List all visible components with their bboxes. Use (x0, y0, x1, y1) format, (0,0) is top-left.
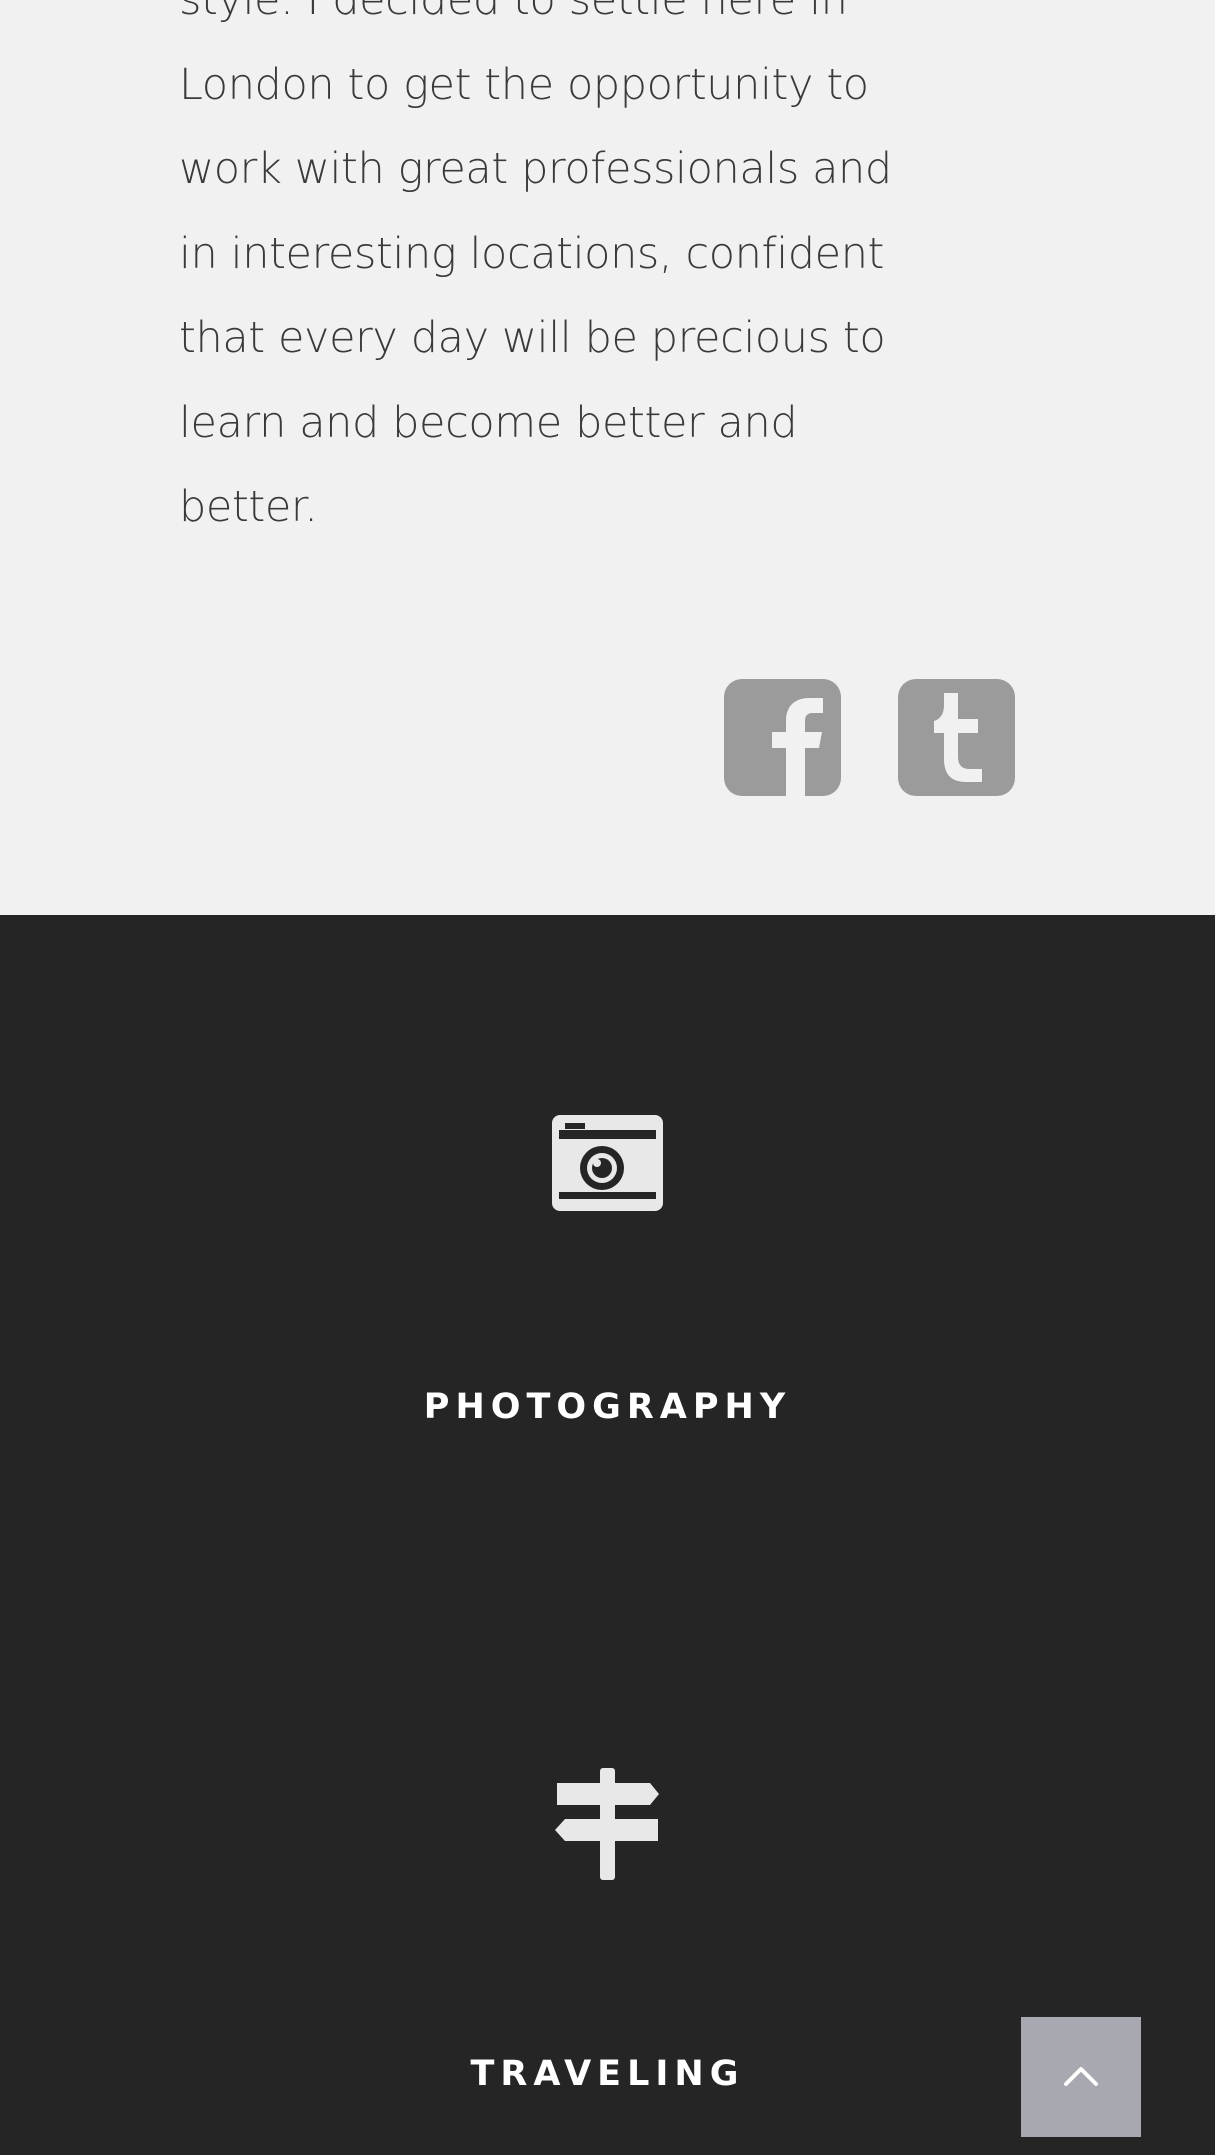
signpost-icon (555, 1768, 659, 1880)
bio-line: style. I decided to settle here in (179, 0, 848, 25)
bio-line: that every day will be precious to (179, 313, 886, 363)
photography-title: PHOTOGRAPHY (423, 1387, 792, 1427)
traveling-skill-icon (547, 1763, 668, 1884)
skills-section: PHOTOGRAPHY TRAVELING (0, 915, 1215, 2155)
scroll-to-top-button[interactable] (1021, 2017, 1141, 2137)
about-section: style. I decided to settle here in Londo… (0, 0, 1215, 915)
chevron-up-icon (1064, 2067, 1098, 2086)
bio-line: learn and become better and (179, 397, 798, 448)
facebook-link[interactable] (724, 679, 841, 796)
camera-icon (552, 1115, 663, 1211)
bio-text: style. I decided to settle here in Londo… (179, 0, 1049, 550)
photography-skill-icon (547, 1095, 668, 1216)
tumblr-link[interactable] (898, 679, 1015, 796)
bio-line: London to get the opportunity to (179, 59, 869, 110)
bio-line: in interesting locations, confident (179, 228, 885, 279)
bio-line: better. (179, 482, 318, 532)
bio-line: work with great professionals and (179, 144, 892, 194)
tumblr-icon (898, 679, 1015, 796)
facebook-icon (724, 679, 841, 796)
